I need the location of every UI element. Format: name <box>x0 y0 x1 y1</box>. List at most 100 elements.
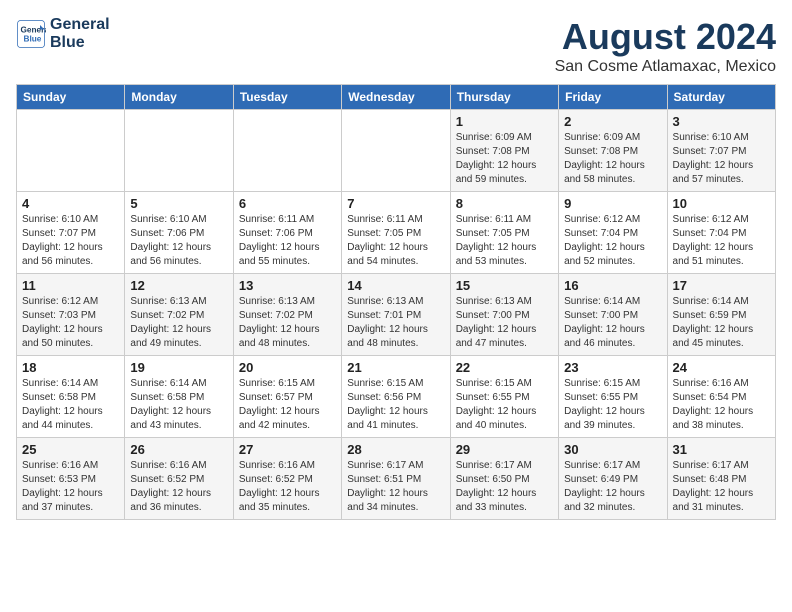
calendar-cell: 27 Sunrise: 6:16 AM Sunset: 6:52 PM Dayli… <box>233 438 341 520</box>
calendar-cell: 10Sunrise: 6:12 AM Sunset: 7:04 PM Dayli… <box>667 192 775 274</box>
calendar-cell: 29Sunrise: 6:17 AM Sunset: 6:50 PM Dayli… <box>450 438 558 520</box>
calendar-cell: 11 Sunrise: 6:12 AM Sunset: 7:03 PM Dayli… <box>17 274 125 356</box>
day-info: Sunrise: 6:09 AM Sunset: 7:08 PM Dayligh… <box>564 131 661 187</box>
day-number: 8 <box>456 196 553 211</box>
page-header: General Blue General Blue August 2024 Sa… <box>16 16 776 76</box>
calendar-cell: 13Sunrise: 6:13 AM Sunset: 7:02 PM Dayli… <box>233 274 341 356</box>
day-info: Sunrise: 6:14 AM Sunset: 7:00 PM Dayligh… <box>564 295 661 351</box>
subtitle: San Cosme Atlamaxac, Mexico <box>555 58 776 76</box>
calendar-cell: 1 Sunrise: 6:09 AM Sunset: 7:08 PM Daylig… <box>450 110 558 192</box>
day-number: 11 <box>22 278 119 293</box>
day-info: Sunrise: 6:09 AM Sunset: 7:08 PM Dayligh… <box>456 131 553 187</box>
day-number: 19 <box>130 360 227 375</box>
calendar-table: SundayMondayTuesdayWednesdayThursdayFrid… <box>16 84 776 520</box>
day-info: Sunrise: 6:15 AM Sunset: 6:55 PM Dayligh… <box>456 377 553 433</box>
day-info: Sunrise: 6:15 AM Sunset: 6:57 PM Dayligh… <box>239 377 336 433</box>
svg-text:Blue: Blue <box>24 34 42 43</box>
day-number: 1 <box>456 114 553 129</box>
day-number: 12 <box>130 278 227 293</box>
calendar-body: 1 Sunrise: 6:09 AM Sunset: 7:08 PM Daylig… <box>17 110 776 520</box>
calendar-cell: 26 Sunrise: 6:16 AM Sunset: 6:52 PM Dayli… <box>125 438 233 520</box>
day-info: Sunrise: 6:17 AM Sunset: 6:49 PM Dayligh… <box>564 459 661 515</box>
day-number: 31 <box>673 442 770 457</box>
day-info: Sunrise: 6:10 AM Sunset: 7:07 PM Dayligh… <box>22 213 119 269</box>
day-info: Sunrise: 6:10 AM Sunset: 7:06 PM Dayligh… <box>130 213 227 269</box>
calendar-cell: 30 Sunrise: 6:17 AM Sunset: 6:49 PM Dayli… <box>559 438 667 520</box>
day-info: Sunrise: 6:13 AM Sunset: 7:02 PM Dayligh… <box>239 295 336 351</box>
calendar-cell: 25Sunrise: 6:16 AM Sunset: 6:53 PM Dayli… <box>17 438 125 520</box>
calendar-week-5: 25Sunrise: 6:16 AM Sunset: 6:53 PM Dayli… <box>17 438 776 520</box>
calendar-cell: 8 Sunrise: 6:11 AM Sunset: 7:05 PM Daylig… <box>450 192 558 274</box>
day-header-sunday: Sunday <box>17 85 125 110</box>
calendar-cell: 7 Sunrise: 6:11 AM Sunset: 7:05 PM Daylig… <box>342 192 450 274</box>
day-info: Sunrise: 6:17 AM Sunset: 6:51 PM Dayligh… <box>347 459 444 515</box>
day-info: Sunrise: 6:14 AM Sunset: 6:58 PM Dayligh… <box>22 377 119 433</box>
day-number: 20 <box>239 360 336 375</box>
day-number: 25 <box>22 442 119 457</box>
day-info: Sunrise: 6:11 AM Sunset: 7:05 PM Dayligh… <box>456 213 553 269</box>
day-info: Sunrise: 6:11 AM Sunset: 7:05 PM Dayligh… <box>347 213 444 269</box>
day-number: 15 <box>456 278 553 293</box>
calendar-cell: 12 Sunrise: 6:13 AM Sunset: 7:02 PM Dayli… <box>125 274 233 356</box>
day-number: 2 <box>564 114 661 129</box>
calendar-cell: 6Sunrise: 6:11 AM Sunset: 7:06 PM Daylig… <box>233 192 341 274</box>
calendar-cell: 18 Sunrise: 6:14 AM Sunset: 6:58 PM Dayli… <box>17 356 125 438</box>
calendar-header-row: SundayMondayTuesdayWednesdayThursdayFrid… <box>17 85 776 110</box>
day-info: Sunrise: 6:12 AM Sunset: 7:04 PM Dayligh… <box>673 213 770 269</box>
calendar-week-1: 1 Sunrise: 6:09 AM Sunset: 7:08 PM Daylig… <box>17 110 776 192</box>
day-info: Sunrise: 6:13 AM Sunset: 7:02 PM Dayligh… <box>130 295 227 351</box>
day-number: 18 <box>22 360 119 375</box>
day-info: Sunrise: 6:16 AM Sunset: 6:54 PM Dayligh… <box>673 377 770 433</box>
day-number: 5 <box>130 196 227 211</box>
day-info: Sunrise: 6:14 AM Sunset: 6:58 PM Dayligh… <box>130 377 227 433</box>
calendar-cell: 28Sunrise: 6:17 AM Sunset: 6:51 PM Dayli… <box>342 438 450 520</box>
logo: General Blue General Blue <box>16 16 110 51</box>
calendar-cell: 9 Sunrise: 6:12 AM Sunset: 7:04 PM Daylig… <box>559 192 667 274</box>
day-number: 9 <box>564 196 661 211</box>
day-header-thursday: Thursday <box>450 85 558 110</box>
day-number: 3 <box>673 114 770 129</box>
day-number: 21 <box>347 360 444 375</box>
day-number: 7 <box>347 196 444 211</box>
calendar-cell: 2 Sunrise: 6:09 AM Sunset: 7:08 PM Daylig… <box>559 110 667 192</box>
day-info: Sunrise: 6:10 AM Sunset: 7:07 PM Dayligh… <box>673 131 770 187</box>
day-header-tuesday: Tuesday <box>233 85 341 110</box>
day-info: Sunrise: 6:14 AM Sunset: 6:59 PM Dayligh… <box>673 295 770 351</box>
calendar-cell <box>125 110 233 192</box>
day-info: Sunrise: 6:16 AM Sunset: 6:52 PM Dayligh… <box>239 459 336 515</box>
calendar-cell <box>233 110 341 192</box>
calendar-cell: 5 Sunrise: 6:10 AM Sunset: 7:06 PM Daylig… <box>125 192 233 274</box>
day-number: 27 <box>239 442 336 457</box>
calendar-cell: 15 Sunrise: 6:13 AM Sunset: 7:00 PM Dayli… <box>450 274 558 356</box>
day-info: Sunrise: 6:12 AM Sunset: 7:03 PM Dayligh… <box>22 295 119 351</box>
calendar-cell <box>342 110 450 192</box>
day-info: Sunrise: 6:15 AM Sunset: 6:55 PM Dayligh… <box>564 377 661 433</box>
day-number: 17 <box>673 278 770 293</box>
day-info: Sunrise: 6:17 AM Sunset: 6:50 PM Dayligh… <box>456 459 553 515</box>
main-title: August 2024 <box>555 16 776 58</box>
day-header-wednesday: Wednesday <box>342 85 450 110</box>
calendar-cell: 23Sunrise: 6:15 AM Sunset: 6:55 PM Dayli… <box>559 356 667 438</box>
calendar-cell: 20 Sunrise: 6:15 AM Sunset: 6:57 PM Dayli… <box>233 356 341 438</box>
day-number: 6 <box>239 196 336 211</box>
svg-text:General: General <box>21 25 47 34</box>
calendar-cell <box>17 110 125 192</box>
day-info: Sunrise: 6:17 AM Sunset: 6:48 PM Dayligh… <box>673 459 770 515</box>
day-info: Sunrise: 6:16 AM Sunset: 6:52 PM Dayligh… <box>130 459 227 515</box>
day-number: 26 <box>130 442 227 457</box>
day-info: Sunrise: 6:13 AM Sunset: 7:00 PM Dayligh… <box>456 295 553 351</box>
calendar-cell: 3 Sunrise: 6:10 AM Sunset: 7:07 PM Daylig… <box>667 110 775 192</box>
calendar-week-2: 4Sunrise: 6:10 AM Sunset: 7:07 PM Daylig… <box>17 192 776 274</box>
day-info: Sunrise: 6:13 AM Sunset: 7:01 PM Dayligh… <box>347 295 444 351</box>
day-number: 30 <box>564 442 661 457</box>
day-info: Sunrise: 6:12 AM Sunset: 7:04 PM Dayligh… <box>564 213 661 269</box>
title-block: August 2024 San Cosme Atlamaxac, Mexico <box>555 16 776 76</box>
day-header-friday: Friday <box>559 85 667 110</box>
calendar-week-4: 18 Sunrise: 6:14 AM Sunset: 6:58 PM Dayli… <box>17 356 776 438</box>
calendar-week-3: 11 Sunrise: 6:12 AM Sunset: 7:03 PM Dayli… <box>17 274 776 356</box>
day-header-monday: Monday <box>125 85 233 110</box>
calendar-cell: 24Sunrise: 6:16 AM Sunset: 6:54 PM Dayli… <box>667 356 775 438</box>
calendar-cell: 14Sunrise: 6:13 AM Sunset: 7:01 PM Dayli… <box>342 274 450 356</box>
day-header-saturday: Saturday <box>667 85 775 110</box>
logo-icon: General Blue <box>16 19 46 49</box>
